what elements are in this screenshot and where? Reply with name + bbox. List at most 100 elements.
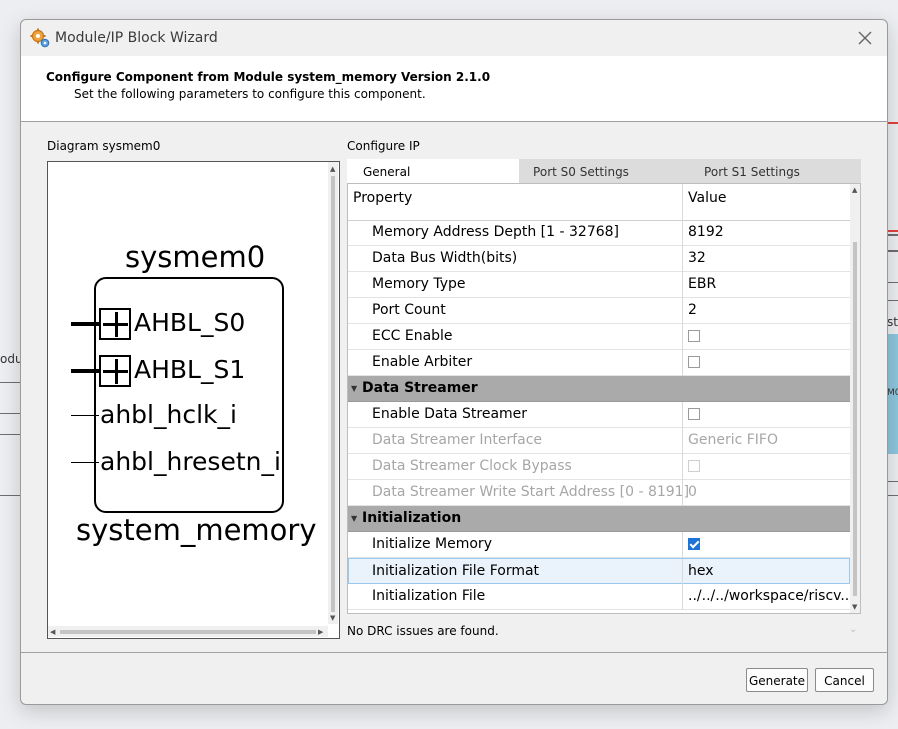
collapse-triangle-icon[interactable]: ▼ [351,384,357,393]
property-name: Enable Arbiter [372,354,473,370]
property-row: Data Streamer Clock Bypass [348,454,850,480]
tab-port-s0-settings[interactable]: Port S0 Settings [519,159,643,183]
column-header-value[interactable]: Value [688,184,726,220]
diagram-vertical-scrollbar[interactable]: ▲ ▼ [328,162,338,624]
scroll-down-icon[interactable]: ▼ [852,603,857,611]
grid-vertical-scrollbar[interactable]: ▲ ▼ [850,184,860,613]
scrollbar-thumb[interactable] [331,176,335,612]
configure-ip-label: Configure IP [347,139,420,153]
header-title: Configure Component from Module system_m… [46,70,491,84]
property-value: Generic FIFO [688,432,778,448]
property-name: Port Count [372,302,446,318]
header-subtitle: Set the following parameters to configur… [74,87,426,101]
group-name: Data Streamer [362,380,478,396]
pin-label: AHBL_S0 [134,308,246,337]
property-row[interactable]: Enable Data Streamer [348,402,850,428]
property-value[interactable]: 32 [688,246,706,271]
module-ip-block-wizard-dialog: Module/IP Block Wizard Configure Compone… [20,19,888,705]
background-line [0,495,20,496]
pin-connector [71,322,99,326]
property-grid: Property Value Memory Address Depth [1 -… [347,183,861,614]
property-value[interactable]: EBR [688,272,716,297]
property-row[interactable]: ECC Enable [348,324,850,350]
group-row-initialization[interactable]: ▼ Initialization [348,506,850,532]
property-row[interactable]: Memory Type EBR [348,272,850,298]
close-icon [858,31,872,45]
property-row: Data Streamer Write Start Address [0 - 8… [348,480,850,506]
property-name: Initialization File Format [372,563,540,579]
property-row[interactable]: Data Bus Width(bits) 32 [348,246,850,272]
property-name: ECC Enable [372,328,453,344]
property-name: Enable Data Streamer [372,406,528,422]
scroll-right-icon[interactable]: ▶ [318,628,323,636]
tab-general[interactable]: General [347,159,519,183]
expand-bus-icon[interactable] [99,355,131,387]
window-title: Module/IP Block Wizard [55,30,218,46]
tab-port-s1-settings[interactable]: Port S1 Settings [643,159,861,183]
title-bar[interactable]: Module/IP Block Wizard [21,20,887,56]
property-name: Memory Type [372,276,466,292]
property-row: Data Streamer Interface Generic FIFO [348,428,850,454]
generate-button[interactable]: Generate [746,668,808,692]
property-value[interactable]: 8192 [688,220,724,245]
property-value: 0 [688,484,697,500]
property-value[interactable]: ../../../workspace/riscv... [688,584,854,609]
property-row[interactable]: Enable Arbiter [348,350,850,376]
property-value[interactable]: hex [688,559,714,584]
chevron-down-icon[interactable]: ⌄ [849,624,857,635]
tab-strip: General Port S0 Settings Port S1 Setting… [347,159,861,183]
property-row[interactable]: Initialization File Format hex [348,558,850,585]
background-line [0,382,20,383]
enable-data-streamer-checkbox[interactable] [688,408,700,420]
initialize-memory-checkbox[interactable] [688,538,700,550]
enable-arbiter-checkbox[interactable] [688,356,700,368]
group-row-data-streamer[interactable]: ▼ Data Streamer [348,376,850,402]
pin-connector [71,462,99,463]
pin-connector [71,369,99,373]
scroll-left-icon[interactable]: ◀ [50,628,55,636]
background-text-right2: M0 [887,388,898,398]
diagram-module-name: system_memory [76,513,317,547]
close-button[interactable] [851,26,879,50]
grid-header: Property Value [348,184,850,221]
diagram-panel: sysmem0 AHBL_S0 AHBL_S1 ahbl_hclk_i ahbl… [47,161,340,639]
background-line [0,413,20,414]
footer-divider [21,652,887,653]
scroll-up-icon[interactable]: ▲ [330,165,335,173]
scroll-down-icon[interactable]: ▼ [330,614,335,622]
scroll-up-icon[interactable]: ▲ [852,186,857,194]
property-name: Initialize Memory [372,536,492,552]
collapse-triangle-icon[interactable]: ▼ [351,514,357,523]
pin-label: ahbl_hresetn_i [100,447,281,476]
pin-label: AHBL_S1 [134,355,246,384]
property-row[interactable]: Initialization File ../../../workspace/r… [348,584,854,610]
property-row[interactable]: Memory Address Depth [1 - 32768] 8192 [348,220,850,246]
data-streamer-clock-bypass-checkbox [688,460,700,472]
property-name: Data Streamer Interface [372,432,543,448]
column-header-property[interactable]: Property [353,184,412,220]
property-name: Initialization File [372,588,486,604]
property-name: Memory Address Depth [1 - 32768] [372,224,620,240]
cancel-button[interactable]: Cancel [815,668,874,692]
gear-icon [30,28,50,48]
property-row[interactable]: Initialize Memory [348,532,850,558]
diagram-instance-name: sysmem0 [125,240,266,274]
wizard-header: Configure Component from Module system_m… [21,56,887,122]
scrollbar-thumb[interactable] [60,630,316,634]
pin-label: ahbl_hclk_i [100,400,237,429]
background-text-right: st [887,315,898,329]
pin-connector [71,415,99,416]
property-name: Data Streamer Write Start Address [0 - 8… [372,484,690,500]
scrollbar-thumb[interactable] [853,242,857,596]
ecc-enable-checkbox[interactable] [688,330,700,342]
diagram-horizontal-scrollbar[interactable]: ◀ ▶ [48,626,328,637]
expand-bus-icon[interactable] [99,308,131,340]
property-value[interactable]: 2 [688,298,697,323]
property-name: Data Bus Width(bits) [372,250,518,266]
property-row[interactable]: Port Count 2 [348,298,850,324]
group-name: Initialization [362,510,462,526]
property-name: Data Streamer Clock Bypass [372,458,572,474]
background-line [0,434,20,435]
drc-status: No DRC issues are found. [347,624,499,638]
diagram-label: Diagram sysmem0 [47,139,161,153]
